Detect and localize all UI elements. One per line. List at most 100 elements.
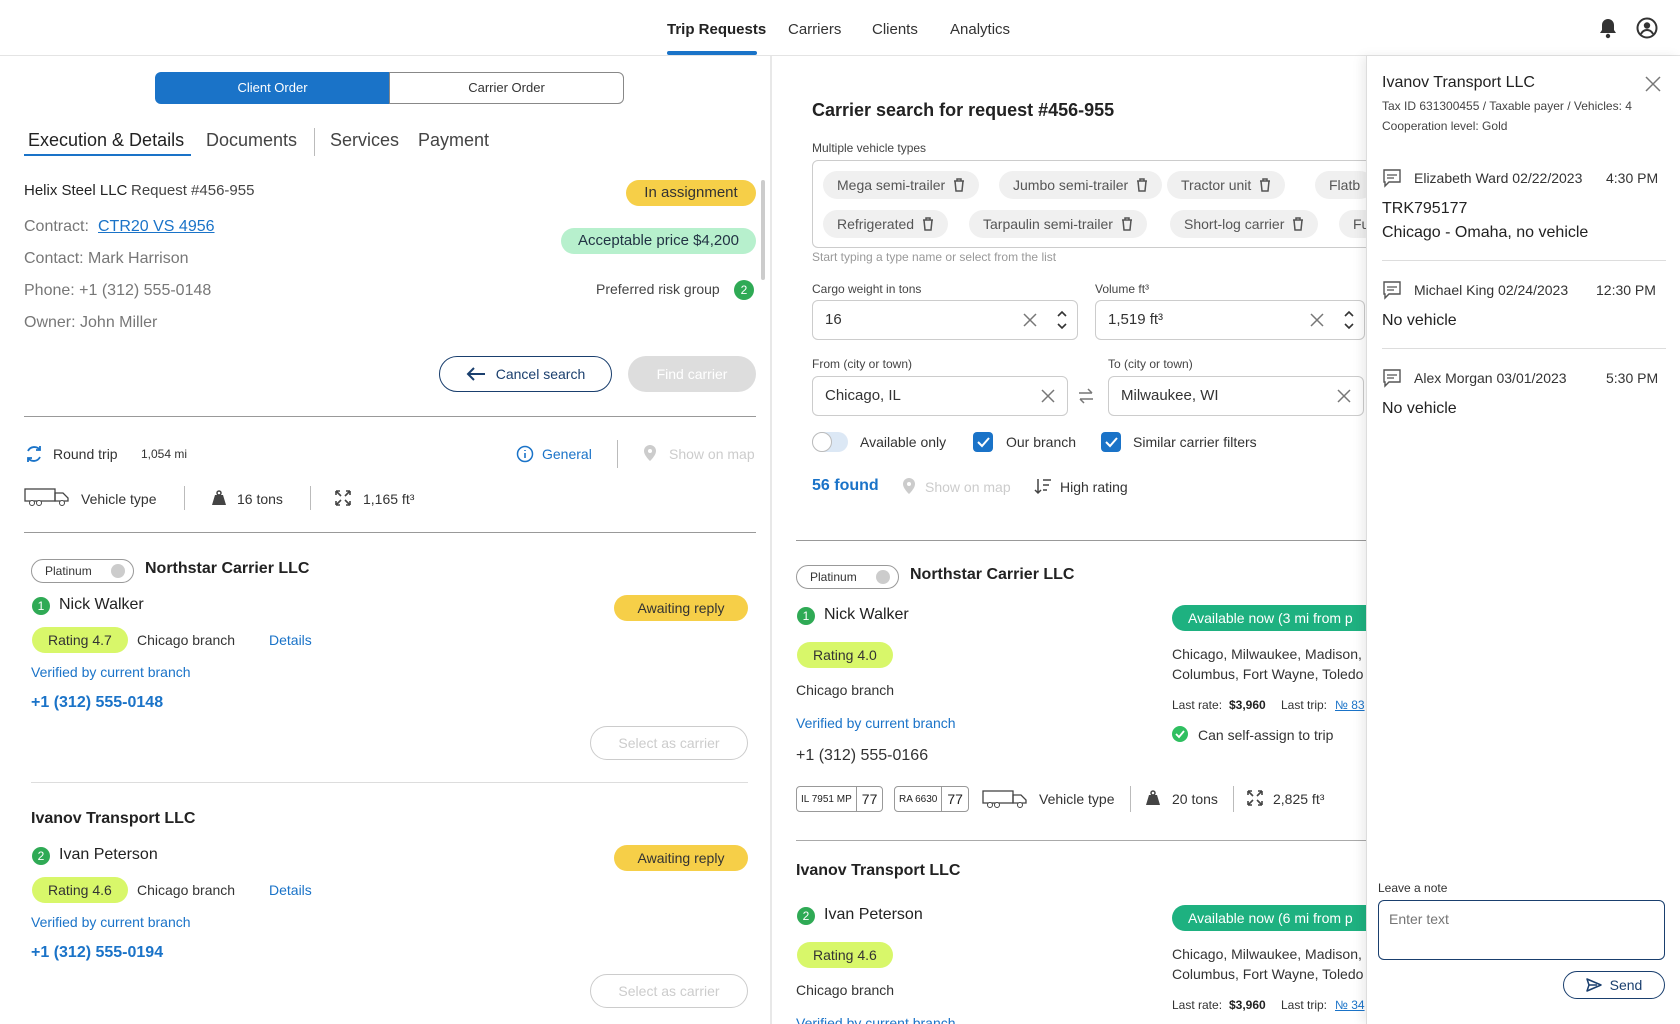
route-cities: Chicago, Milwaukee, Madison, I: [1172, 646, 1366, 662]
swap-icon[interactable]: [1078, 387, 1094, 405]
available-only-toggle[interactable]: [812, 432, 848, 452]
trash-icon[interactable]: [1121, 217, 1133, 231]
similar-filters-label: Similar carrier filters: [1133, 434, 1257, 450]
trip-separator-2: [184, 486, 185, 510]
sort-label[interactable]: High rating: [1060, 479, 1128, 495]
license-plate: RA 6630 77: [894, 786, 969, 812]
volume-icon: [1247, 790, 1263, 806]
contract-label: Contract:: [24, 218, 89, 235]
last-trip-label: Last trip:: [1281, 998, 1328, 1012]
tab-trip-requests[interactable]: Trip Requests: [667, 21, 766, 38]
volume-value: 2,825 ft³: [1273, 791, 1325, 807]
select-as-carrier-button[interactable]: Select as carrier: [590, 974, 748, 1008]
vehicle-chip[interactable]: Fu: [1339, 210, 1366, 238]
carrier-order-toggle[interactable]: Carrier Order: [389, 72, 624, 104]
last-trip-link[interactable]: № 83: [1335, 698, 1365, 712]
stepper-icon[interactable]: [1344, 309, 1354, 331]
acceptable-price-badge: Acceptable price $4,200: [561, 228, 756, 254]
verified-link[interactable]: Verified by current branch: [31, 664, 191, 680]
vehicle-chip[interactable]: Refrigerated: [823, 210, 949, 238]
request-number: Request #456-955: [131, 182, 255, 199]
vehicle-chip[interactable]: Mega semi-trailer: [823, 171, 980, 199]
details-link[interactable]: Details: [269, 882, 312, 898]
carrier-person: Nick Walker: [824, 606, 909, 623]
client-order-toggle[interactable]: Client Order: [155, 72, 390, 104]
tab-execution-details[interactable]: Execution & Details: [28, 130, 184, 151]
panel-company-name: Ivanov Transport LLC: [1382, 74, 1535, 91]
tab-services[interactable]: Services: [330, 130, 399, 151]
from-input[interactable]: Chicago, IL: [812, 376, 1068, 416]
contact-text: Contact: Mark Harrison: [24, 250, 189, 267]
note-input[interactable]: [1378, 900, 1665, 960]
show-on-map-link[interactable]: Show on map: [925, 479, 1011, 495]
tier-badge: Platinum: [796, 565, 899, 589]
vehicle-types-field[interactable]: Mega semi-trailer Jumbo semi-trailer Tra…: [812, 160, 1366, 248]
close-icon[interactable]: [1645, 76, 1661, 92]
volume-input[interactable]: 1,519 ft³: [1095, 300, 1365, 340]
cancel-search-button[interactable]: Cancel search: [439, 356, 612, 392]
details-link[interactable]: Details: [269, 632, 312, 648]
carrier-number-badge: 2: [32, 847, 50, 865]
trip-distance: 1,054 mi: [141, 447, 188, 461]
trash-icon[interactable]: [953, 178, 965, 192]
to-input[interactable]: Milwaukee, WI: [1108, 376, 1364, 416]
cancel-search-label: Cancel search: [495, 366, 586, 382]
tab-clients[interactable]: Clients: [872, 21, 918, 38]
vehicle-chip[interactable]: Flatb: [1315, 171, 1366, 199]
vehicle-chip[interactable]: Short-log carrier: [1170, 210, 1319, 238]
trash-icon[interactable]: [1259, 178, 1271, 192]
clear-icon[interactable]: [1310, 313, 1324, 327]
tab-carriers[interactable]: Carriers: [788, 21, 841, 38]
verified-link[interactable]: Verified by current branch: [796, 715, 956, 731]
branch-label: Chicago branch: [137, 632, 236, 648]
user-profile-icon[interactable]: [1636, 17, 1658, 39]
verified-link[interactable]: Verified by current branch: [31, 914, 191, 930]
carrier-phone[interactable]: +1 (312) 555-0148: [31, 694, 163, 712]
comment-icon: [1382, 168, 1402, 188]
tab-payment[interactable]: Payment: [418, 130, 489, 151]
carrier-phone[interactable]: +1 (312) 555-0166: [796, 747, 928, 765]
left-scrollbar[interactable]: [761, 180, 765, 280]
section-divider: [24, 416, 756, 417]
carrier-name: Ivanov Transport LLC: [31, 810, 196, 827]
trash-icon[interactable]: [1136, 178, 1148, 192]
spec-separator: [1130, 786, 1131, 812]
tab-active-underline: [667, 51, 757, 55]
rating-badge: Rating 4.6: [32, 877, 128, 903]
find-carrier-button[interactable]: Find carrier: [628, 356, 756, 392]
vehicle-type-label: Vehicle type: [1039, 791, 1115, 807]
search-divider: [796, 540, 1366, 541]
select-as-carrier-button[interactable]: Select as carrier: [590, 726, 748, 760]
verified-link[interactable]: Verified by current branch: [796, 1015, 956, 1024]
vehicle-chip[interactable]: Tarpaulin semi-trailer: [969, 210, 1147, 238]
show-on-map-link[interactable]: Show on map: [669, 446, 755, 462]
awaiting-reply-badge: Awaiting reply: [614, 845, 748, 871]
volume-value: 1,165 ft³: [363, 491, 415, 507]
bell-icon[interactable]: [1598, 17, 1618, 39]
tab-documents[interactable]: Documents: [206, 130, 297, 151]
weight-input[interactable]: 16: [812, 300, 1078, 340]
our-branch-checkbox[interactable]: [973, 432, 993, 452]
last-rate-value: $3,960: [1229, 998, 1266, 1012]
clear-icon[interactable]: [1041, 389, 1055, 403]
vehicle-chip[interactable]: Tractor unit: [1167, 171, 1286, 199]
note-author: Elizabeth Ward 02/22/2023: [1414, 170, 1583, 186]
clear-icon[interactable]: [1023, 313, 1037, 327]
contract-link[interactable]: CTR20 VS 4956: [98, 218, 215, 236]
note-divider: [1382, 260, 1666, 261]
general-link[interactable]: General: [542, 446, 592, 462]
vehicle-chip[interactable]: Jumbo semi-trailer: [999, 171, 1163, 199]
section-divider-2: [24, 532, 756, 533]
stepper-icon[interactable]: [1057, 309, 1067, 331]
send-button[interactable]: Send: [1563, 971, 1665, 999]
trash-icon[interactable]: [922, 217, 934, 231]
similar-filters-checkbox[interactable]: [1101, 432, 1121, 452]
last-trip-link[interactable]: № 34: [1335, 998, 1365, 1012]
tab-analytics[interactable]: Analytics: [950, 21, 1010, 38]
round-trip-label: Round trip: [53, 446, 118, 462]
sort-icon[interactable]: [1034, 477, 1052, 495]
trash-icon[interactable]: [1292, 217, 1304, 231]
clear-icon[interactable]: [1337, 389, 1351, 403]
note-text: No vehicle: [1382, 400, 1457, 417]
carrier-phone[interactable]: +1 (312) 555-0194: [31, 944, 163, 962]
